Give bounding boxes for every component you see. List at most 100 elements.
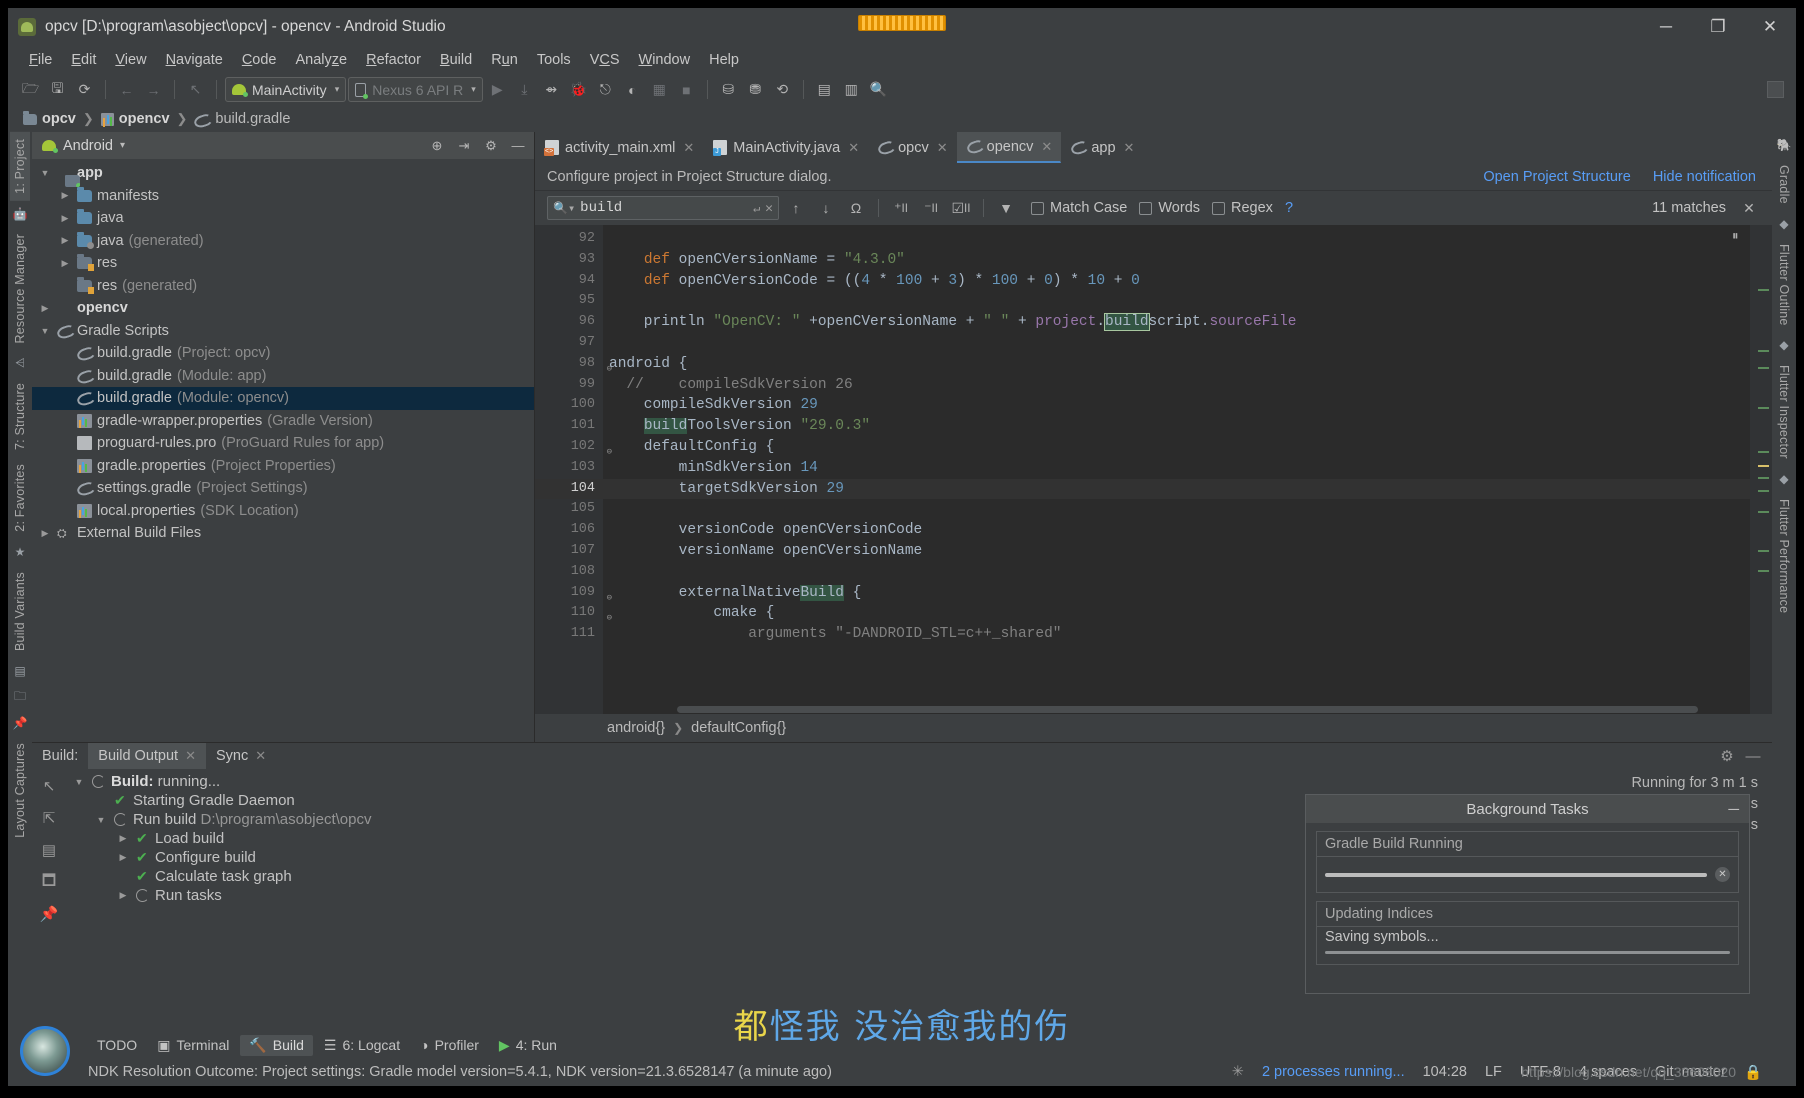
line-number[interactable]: 93 bbox=[535, 250, 603, 271]
line-number-gutter[interactable]: 92 93 94 95 96 97 98 ⊖ 99 100 101 102 ⊖ 103 104 105 106 1… bbox=[535, 225, 612, 714]
code-line[interactable]: targetSdkVersion 29 bbox=[603, 478, 1750, 500]
remove-occurrence-button[interactable]: ⁻ II bbox=[918, 196, 944, 221]
line-number[interactable]: 96 bbox=[535, 312, 603, 333]
toolbar-overflow[interactable] bbox=[1767, 81, 1784, 98]
editor-tab-bar[interactable]: activity_main.xml✕MainActivity.java✕opcv… bbox=[535, 132, 1772, 163]
code-line[interactable]: versionName openCVersionName bbox=[603, 541, 1750, 562]
code-line[interactable]: cmake { bbox=[603, 603, 1750, 624]
structure-breadcrumb-item[interactable]: defaultConfig{} bbox=[691, 720, 786, 736]
coverage-icon[interactable]: ▦ bbox=[647, 77, 672, 102]
close-icon[interactable]: ✕ bbox=[1124, 140, 1135, 156]
debug-icon[interactable]: ⇴ bbox=[539, 77, 564, 102]
folder-small-icon[interactable]: 🗀 bbox=[12, 689, 28, 705]
project-tree-node[interactable]: ▶ build.gradle(Module: opencv) bbox=[32, 387, 534, 410]
close-find-icon[interactable]: ✕ bbox=[1736, 196, 1762, 221]
line-number[interactable]: 103 bbox=[535, 458, 603, 479]
structure-breadcrumb-item[interactable]: android{} bbox=[607, 720, 665, 736]
disclosure-arrow-icon[interactable]: ▶ bbox=[58, 213, 72, 224]
line-number[interactable]: 106 bbox=[535, 520, 603, 541]
tab-sync[interactable]: Sync ✕ bbox=[206, 743, 276, 769]
device-file-explorer-icon[interactable]: ▤ bbox=[812, 77, 837, 102]
project-tree-node[interactable]: ▶ build.gradle(Module: app) bbox=[32, 365, 534, 388]
project-tree-node[interactable]: ▶ res(generated) bbox=[32, 275, 534, 298]
match-case-checkbox[interactable]: Match Case bbox=[1031, 200, 1127, 216]
code-line[interactable]: defaultConfig { bbox=[603, 437, 1750, 458]
code-line[interactable]: minSdkVersion 14 bbox=[603, 458, 1750, 479]
sidebar-item-favorites[interactable]: 2: Favorites bbox=[10, 457, 30, 539]
disclosure-arrow-icon[interactable]: ▶ bbox=[38, 303, 52, 314]
code-text[interactable]: def openCVersionName = "4.3.0" def openC… bbox=[603, 225, 1750, 714]
project-tree-node[interactable]: ▶ proguard-rules.pro(ProGuard Rules for a… bbox=[32, 432, 534, 455]
background-tasks-popup[interactable]: Background Tasks ─ Gradle Build Running … bbox=[1305, 794, 1750, 994]
find-next-button[interactable]: ↓ bbox=[813, 196, 839, 221]
flutter-icon[interactable]: ◆ bbox=[1776, 216, 1792, 232]
select-all-carets-button[interactable]: ☑ II bbox=[948, 196, 974, 221]
profile-icon[interactable]: ◐ bbox=[620, 77, 645, 102]
project-view-selector-label[interactable]: Android bbox=[63, 138, 113, 154]
sidebar-item-resource-manager[interactable]: Resource Manager bbox=[10, 227, 30, 351]
caret-position[interactable]: 104:28 bbox=[1423, 1064, 1467, 1080]
back-icon[interactable]: ← bbox=[114, 77, 139, 102]
project-tree-node[interactable]: ▼ Gradle Scripts bbox=[32, 320, 534, 343]
hide-icon[interactable]: — bbox=[1742, 745, 1764, 767]
line-number[interactable]: 108 bbox=[535, 562, 603, 583]
search-input[interactable]: 🔍▾ build ↵ ✕ bbox=[547, 196, 779, 220]
menu-item-refactor[interactable]: Refactor bbox=[357, 49, 430, 71]
breadcrumb-item-project[interactable]: opcv bbox=[20, 110, 79, 128]
disclosure-arrow-icon[interactable]: ▼ bbox=[72, 777, 86, 787]
sidebar-item-flutter-outline[interactable]: Flutter Outline bbox=[1774, 237, 1794, 333]
tool-button-terminal[interactable]: ▣ Terminal bbox=[148, 1035, 238, 1056]
disclosure-arrow-icon[interactable]: ▶ bbox=[58, 505, 72, 516]
expand-icon[interactable]: ⇱ bbox=[38, 807, 60, 829]
disclosure-arrow-icon[interactable]: ▶ bbox=[58, 483, 72, 494]
close-icon[interactable]: ✕ bbox=[937, 140, 948, 156]
disclosure-arrow-icon[interactable]: ▶ bbox=[58, 415, 72, 426]
disclosure-arrow-icon[interactable]: ▶ bbox=[58, 393, 72, 404]
disclosure-arrow-icon[interactable]: ▶ bbox=[58, 258, 72, 269]
regex-checkbox[interactable]: Regex ? bbox=[1212, 200, 1293, 216]
horizontal-scrollbar[interactable] bbox=[677, 706, 1698, 713]
breadcrumb-item-file[interactable]: build.gradle bbox=[191, 110, 293, 128]
close-button[interactable]: ✕ bbox=[1744, 8, 1796, 46]
close-icon[interactable]: ✕ bbox=[185, 748, 196, 764]
lock-icon[interactable]: 🔒 bbox=[1744, 1064, 1762, 1081]
minimize-button[interactable]: ─ bbox=[1640, 8, 1692, 46]
collapse-icon[interactable]: ↖ bbox=[38, 775, 60, 797]
device-selector[interactable]: Nexus 6 API R ▾ bbox=[348, 77, 483, 102]
code-line[interactable]: arguments "-DANDROID_STL=c++_shared" bbox=[603, 624, 1750, 645]
code-line[interactable] bbox=[603, 333, 1750, 354]
find-previous-button[interactable]: ↑ bbox=[783, 196, 809, 221]
code-line[interactable]: println "OpenCV: " +openCVersionName + "… bbox=[603, 312, 1750, 333]
menu-item-window[interactable]: Window bbox=[630, 49, 700, 71]
project-tree-node[interactable]: ▶ res bbox=[32, 252, 534, 275]
code-line[interactable]: def openCVersionName = "4.3.0" bbox=[603, 250, 1750, 271]
code-line[interactable]: compileSdkVersion 29 bbox=[603, 395, 1750, 416]
project-tree-node[interactable]: ▶ gradle-wrapper.properties(Gradle Versio… bbox=[32, 410, 534, 433]
chevron-down-icon[interactable]: ▾ bbox=[120, 140, 125, 151]
disclosure-arrow-icon[interactable]: ▼ bbox=[38, 326, 52, 336]
collapse-all-icon[interactable]: ⇥ bbox=[454, 136, 474, 156]
project-tree-node[interactable]: ▶ local.properties(SDK Location) bbox=[32, 500, 534, 523]
filter-icon[interactable]: ▼ bbox=[993, 196, 1019, 221]
project-tree-node[interactable]: ▶ opencv bbox=[32, 297, 534, 320]
project-tree-node[interactable]: ▶ gradle.properties(Project Properties) bbox=[32, 455, 534, 478]
disclosure-arrow-icon[interactable]: ▶ bbox=[58, 190, 72, 201]
editor-tab-activity-main-xml[interactable]: activity_main.xml ✕ bbox=[535, 132, 703, 163]
star-icon[interactable]: ★ bbox=[12, 544, 28, 560]
line-number[interactable]: 107 bbox=[535, 541, 603, 562]
line-number[interactable]: 110 ⊖ bbox=[535, 603, 612, 624]
build-tree-node[interactable]: ▼ Build: running... bbox=[66, 772, 1772, 791]
disclosure-arrow-icon[interactable]: ▶ bbox=[58, 235, 72, 246]
sidebar-item-structure[interactable]: 7: Structure bbox=[10, 376, 30, 457]
tool-button-run[interactable]: ▶ 4: Run bbox=[490, 1035, 566, 1056]
enter-icon[interactable]: ↵ bbox=[753, 201, 760, 216]
sidebar-item-flutter-inspector[interactable]: Flutter Inspector bbox=[1774, 358, 1794, 466]
cancel-task-icon[interactable]: ✕ bbox=[1715, 867, 1730, 882]
flutter-icon[interactable]: ◆ bbox=[1776, 337, 1792, 353]
line-number[interactable]: 97 bbox=[535, 333, 603, 354]
menu-item-view[interactable]: View bbox=[106, 49, 155, 71]
open-project-structure-link[interactable]: Open Project Structure bbox=[1483, 169, 1631, 185]
code-line[interactable]: buildToolsVersion "29.0.3" bbox=[603, 416, 1750, 437]
menu-item-analyze[interactable]: Analyze bbox=[287, 49, 357, 71]
line-number[interactable]: 109 ⊖ bbox=[535, 583, 612, 604]
